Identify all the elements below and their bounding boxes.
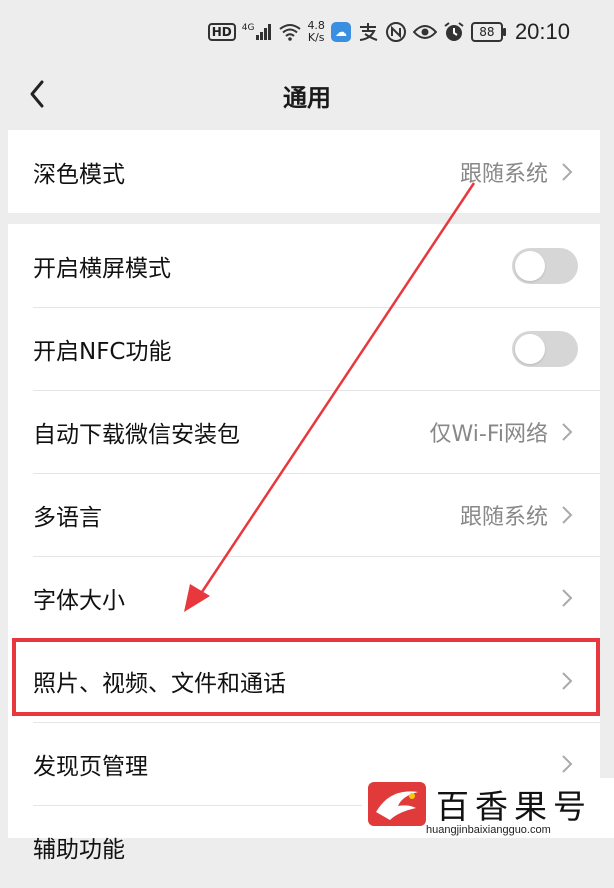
landscape-mode-toggle[interactable] — [512, 248, 578, 284]
row-label: 字体大小 — [33, 587, 125, 614]
nfc-toggle[interactable] — [512, 331, 578, 367]
wifi-icon — [279, 24, 302, 41]
chevron-right-icon — [562, 423, 573, 441]
cloud-app-icon: ☁ — [330, 22, 351, 42]
network-speed: 4.8 K/s — [307, 20, 325, 44]
nfc-row: 开启NFC功能 — [8, 307, 600, 390]
chevron-right-icon — [562, 506, 573, 524]
watermark-domain: huangjinbaixiangguo.com — [426, 824, 551, 836]
toggle-knob — [515, 334, 545, 364]
navigation-bar: 通用 — [0, 62, 614, 128]
row-label: 多语言 — [33, 504, 102, 531]
font-size-row[interactable]: 字体大小 — [8, 556, 600, 639]
chevron-right-icon — [562, 163, 573, 181]
toggle-knob — [515, 251, 545, 281]
auto-download-row[interactable]: 自动下载微信安装包 仅Wi-Fi网络 — [8, 390, 600, 473]
chevron-right-icon — [562, 755, 573, 773]
alarm-icon — [444, 22, 464, 41]
watermark-brand: 百香果号 — [436, 787, 592, 826]
row-label: 开启NFC功能 — [33, 338, 172, 365]
media-files-calls-row[interactable]: 照片、视频、文件和通话 — [8, 639, 600, 722]
chevron-right-icon — [562, 672, 573, 690]
row-value: 跟随系统 — [459, 161, 548, 187]
watermark: 百香果号 huangjinbaixiangguo.com — [362, 778, 614, 838]
eye-icon — [412, 25, 437, 39]
row-label: 辅助功能 — [33, 836, 125, 863]
network-type: 4G — [241, 23, 255, 33]
language-row[interactable]: 多语言 跟随系统 — [8, 473, 600, 556]
row-label: 深色模式 — [33, 161, 125, 188]
hd-badge: HD — [207, 23, 236, 41]
page-title: 通用 — [283, 84, 331, 112]
row-label: 发现页管理 — [33, 753, 148, 780]
row-label: 开启横屏模式 — [33, 255, 171, 282]
chevron-right-icon — [562, 589, 573, 607]
row-label: 自动下载微信安装包 — [33, 421, 240, 448]
row-label: 照片、视频、文件和通话 — [33, 670, 286, 697]
alipay-icon — [359, 23, 378, 41]
dark-mode-row[interactable]: 深色模式 跟随系统 — [8, 130, 600, 213]
signal-icon: 4G — [242, 23, 274, 41]
battery-icon: 88 — [470, 22, 506, 42]
row-value: 跟随系统 — [459, 504, 548, 530]
clock-time: 20:10 — [514, 19, 570, 44]
row-value: 仅Wi-Fi网络 — [429, 421, 549, 447]
speed-unit: K/s — [307, 31, 325, 44]
settings-group-general: 开启横屏模式 开启NFC功能 自动下载微信安装包 仅Wi-Fi网络 多语言 跟随… — [8, 224, 600, 863]
nfc-icon — [385, 22, 406, 42]
status-bar: HD 4G 4.8 K/s ☁ 88 20:10 — [0, 0, 614, 62]
brand-logo-icon — [368, 782, 426, 826]
landscape-mode-row: 开启横屏模式 — [8, 224, 600, 307]
status-icons: HD 4G 4.8 K/s ☁ 88 20:10 — [207, 14, 570, 50]
settings-group-display: 深色模式 跟随系统 — [8, 130, 600, 213]
